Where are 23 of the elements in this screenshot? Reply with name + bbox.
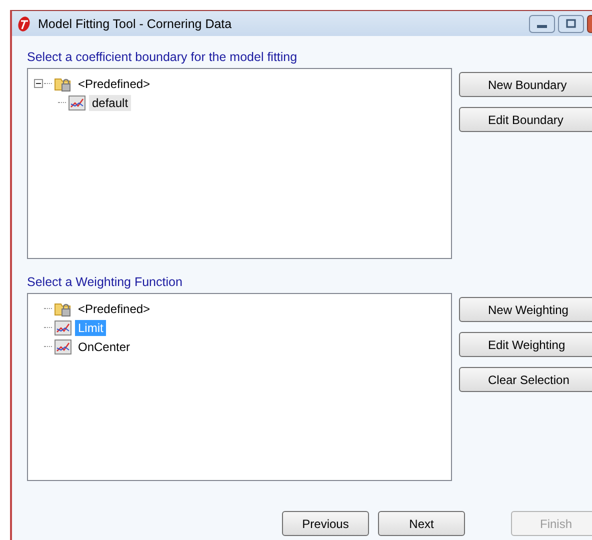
action-button[interactable]: Edit Weighting [459,332,592,357]
chart-icon [68,94,86,110]
maximize-icon[interactable] [558,14,584,32]
section-label: Select a Weighting Function [27,275,184,291]
collapse-icon[interactable] [34,79,42,88]
minimize-icon[interactable] [529,14,555,32]
tree-item[interactable]: <Predefined> [75,76,154,92]
chart-icon [54,338,72,354]
locked-folder-icon [54,76,72,92]
action-button[interactable]: New Weighting [459,297,592,322]
window-title: Model Fitting Tool - Cornering Data [38,16,233,30]
tree-item[interactable]: OnCenter [75,338,134,354]
action-button[interactable]: New Boundary [459,72,592,97]
action-button[interactable]: Previous [282,511,369,536]
tree-item[interactable]: default [89,94,132,110]
action-button[interactable]: Edit Boundary [459,107,592,132]
action-button[interactable]: Clear Selection [459,367,592,392]
action-button[interactable]: Next [378,511,465,536]
app-logo-icon [16,16,32,32]
locked-folder-icon [54,300,72,316]
section-label: Select a coefficient boundary for the model fitting [27,50,298,66]
chart-icon [54,320,72,336]
tree-item[interactable]: <Predefined> [75,300,154,316]
